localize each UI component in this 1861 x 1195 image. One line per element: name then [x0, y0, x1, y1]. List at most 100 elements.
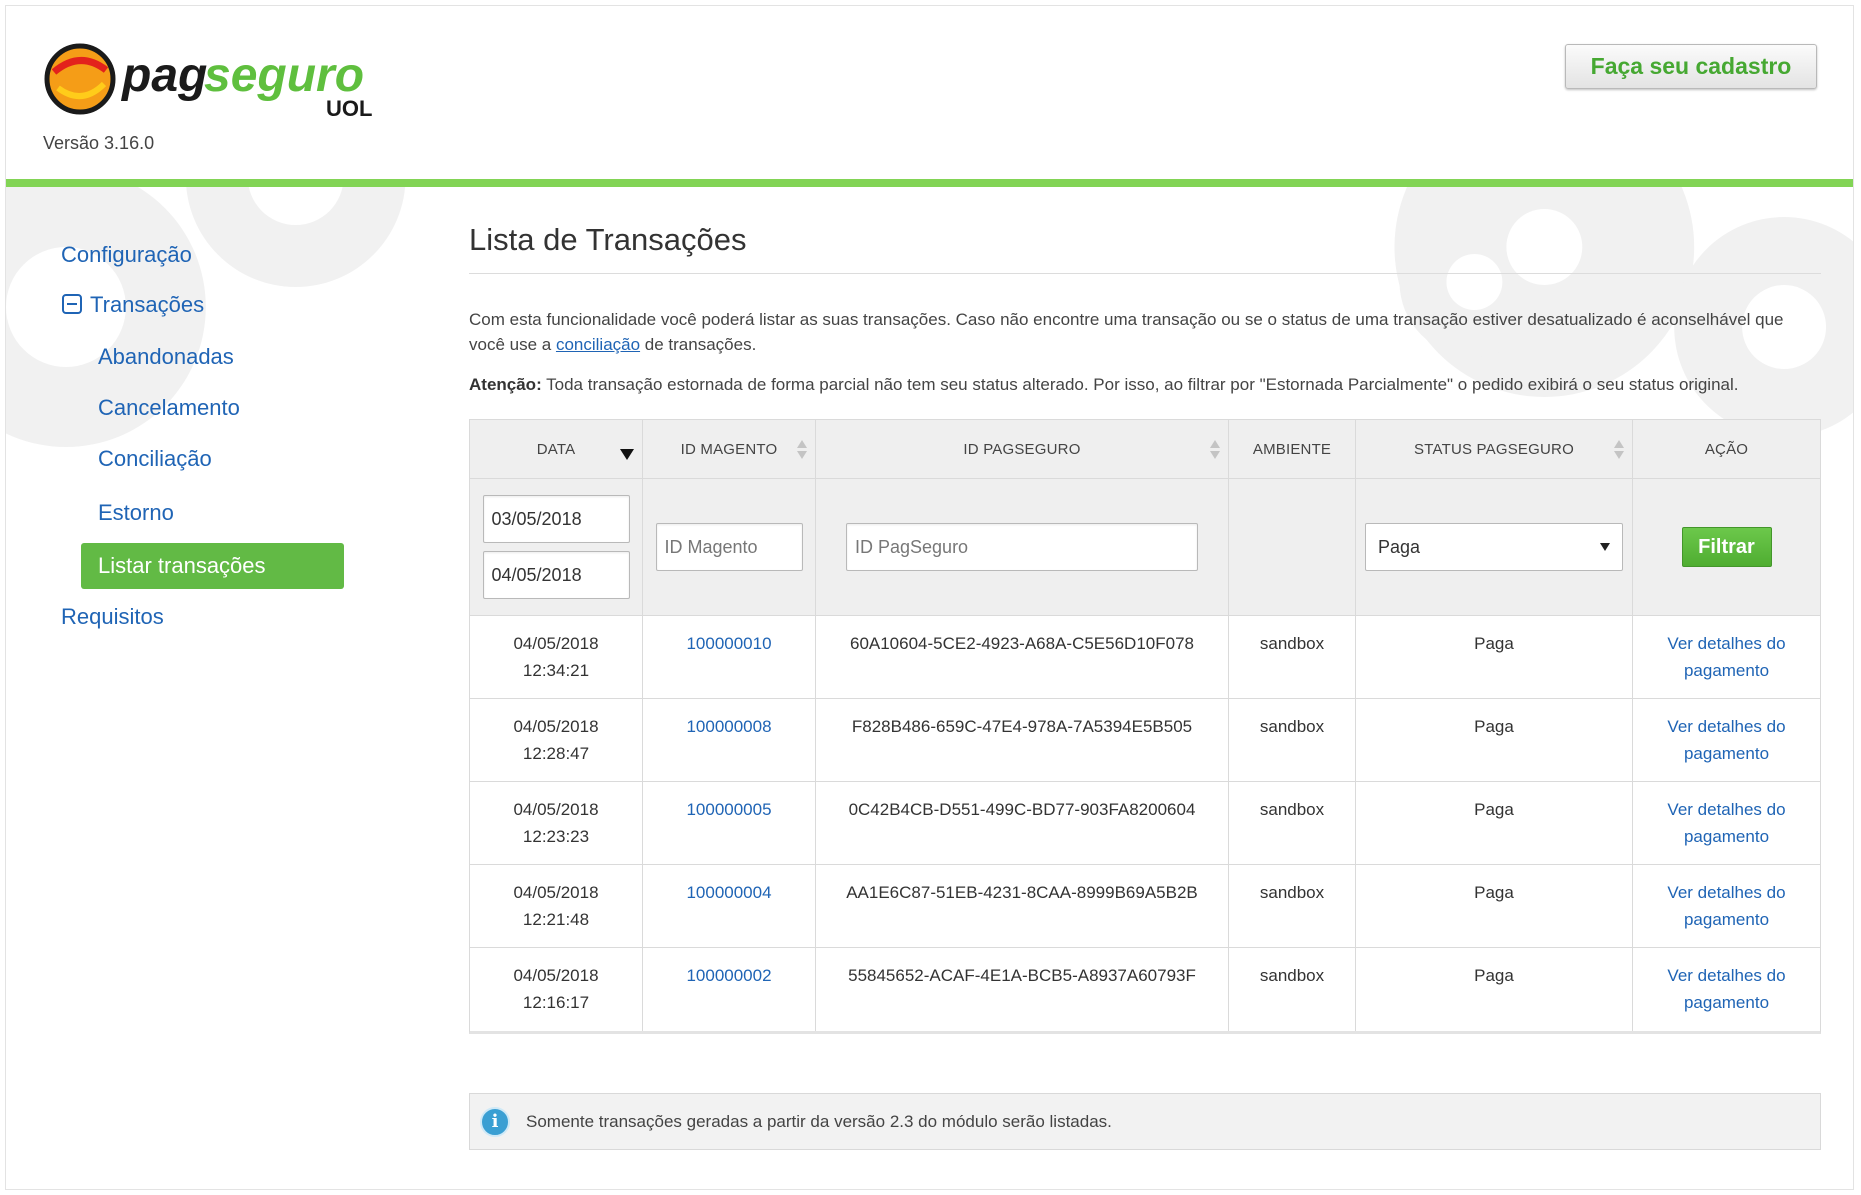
info-icon: i — [480, 1106, 510, 1137]
cell-pagseguro-id: 60A10604-5CE2-4923-A68A-C5E56D10F078 — [816, 616, 1229, 698]
cell-action: Ver detalhes do pagamento — [1633, 699, 1820, 781]
sidebar-item-label: Conciliação — [98, 446, 212, 471]
payment-details-link-line2: pagamento — [1683, 827, 1770, 846]
magento-order-link[interactable]: 100000002 — [686, 966, 771, 985]
column-header-label: ID MAGENTO — [680, 440, 778, 458]
status-text: Paga — [1474, 634, 1514, 653]
payment-details-link-line1: Ver detalhes do — [1667, 966, 1786, 985]
column-header-label: AMBIENTE — [1252, 440, 1332, 458]
conciliacao-link[interactable]: conciliação — [556, 335, 640, 354]
notice-text: Somente transações geradas a partir da v… — [526, 1111, 1112, 1131]
sidebar-item-abandonadas[interactable]: Abandonadas — [98, 344, 234, 370]
table-row: 04/05/2018 12:34:21 100000010 60A10604-5… — [470, 616, 1820, 699]
cell-magento-id: 100000004 — [643, 865, 816, 947]
row-time: 12:28:47 — [522, 744, 590, 763]
column-header-id-pagseguro[interactable]: ID PAGSEGURO — [816, 420, 1229, 478]
cell-status: Paga — [1356, 948, 1633, 1031]
payment-details-link[interactable]: Ver detalhes do pagamento — [1651, 630, 1802, 684]
cell-action: Ver detalhes do pagamento — [1633, 948, 1820, 1031]
cell-pagseguro-id: 55845652-ACAF-4E1A-BCB5-A8937A60793F — [816, 948, 1229, 1031]
sidebar-item-requisitos[interactable]: Requisitos — [61, 604, 164, 630]
sidebar-item-conciliacao[interactable]: Conciliação — [98, 446, 212, 472]
column-header-data[interactable]: DATA — [470, 420, 643, 478]
payment-details-link[interactable]: Ver detalhes do pagamento — [1651, 962, 1802, 1016]
row-date: 04/05/2018 — [513, 717, 599, 736]
row-time: 12:34:21 — [522, 661, 590, 680]
row-time: 12:16:17 — [522, 993, 590, 1012]
pagseguro-logo[interactable]: pag seguro UOL — [44, 36, 404, 126]
payment-details-link[interactable]: Ver detalhes do pagamento — [1651, 713, 1802, 767]
sidebar-item-transacoes[interactable]: Transações — [62, 292, 204, 318]
pagseguro-id-text: 60A10604-5CE2-4923-A68A-C5E56D10F078 — [849, 634, 1194, 653]
row-date: 04/05/2018 — [513, 634, 599, 653]
magento-order-link[interactable]: 100000010 — [686, 634, 771, 653]
sidebar-item-label: Configuração — [61, 242, 192, 267]
sidebar-item-listar-transacoes[interactable]: Listar transações — [81, 543, 344, 589]
column-header-id-magento[interactable]: ID MAGENTO — [643, 420, 816, 478]
cell-action: Ver detalhes do pagamento — [1633, 782, 1820, 864]
payment-details-link-line2: pagamento — [1683, 661, 1770, 680]
sidebar-item-label: Abandonadas — [98, 344, 234, 369]
payment-details-link-line1: Ver detalhes do — [1667, 634, 1786, 653]
column-header-label: ID PAGSEGURO — [963, 440, 1081, 458]
cell-environment: sandbox — [1229, 782, 1356, 864]
column-header-label: DATA — [536, 440, 576, 458]
pagseguro-id-input[interactable]: ID PagSeguro — [846, 523, 1198, 571]
sidebar-item-estorno[interactable]: Estorno — [98, 500, 174, 526]
sort-icon[interactable] — [1210, 440, 1220, 460]
signup-button[interactable]: Faça seu cadastro — [1565, 44, 1817, 89]
cell-status: Paga — [1356, 616, 1633, 698]
cell-environment: sandbox — [1229, 616, 1356, 698]
payment-details-link-line1: Ver detalhes do — [1667, 800, 1786, 819]
pagseguro-id-text: 0C42B4CB-D551-499C-BD77-903FA8200604 — [848, 800, 1196, 819]
collapse-minus-icon[interactable] — [62, 294, 82, 314]
cell-pagseguro-id: F828B486-659C-47E4-978A-7A5394E5B505 — [816, 699, 1229, 781]
filter-button[interactable]: Filtrar — [1681, 527, 1772, 567]
magento-order-link[interactable]: 100000005 — [686, 800, 771, 819]
cell-date: 04/05/2018 12:21:48 — [470, 865, 643, 947]
date-to-input[interactable]: 04/05/2018 — [482, 551, 630, 599]
version-label: Versão 3.16.0 — [43, 133, 155, 153]
sidebar-item-cancelamento[interactable]: Cancelamento — [98, 395, 240, 421]
cell-date: 04/05/2018 12:34:21 — [470, 616, 643, 698]
date-from-input[interactable]: 03/05/2018 — [482, 495, 630, 543]
cell-environment: sandbox — [1229, 948, 1356, 1031]
environment-text: sandbox — [1259, 717, 1325, 736]
filter-button-cell: Filtrar — [1633, 479, 1820, 615]
chevron-down-icon — [1600, 543, 1610, 551]
table-row: 04/05/2018 12:23:23 100000005 0C42B4CB-D… — [470, 782, 1820, 865]
cell-date: 04/05/2018 12:23:23 — [470, 782, 643, 864]
sidebar-item-label: Listar transações — [98, 553, 266, 578]
header: pag seguro UOL Versão 3.16.0 Faça seu ca… — [6, 6, 1853, 181]
magento-id-input[interactable]: ID Magento — [655, 523, 803, 571]
sort-icon[interactable] — [797, 440, 807, 460]
cell-pagseguro-id: 0C42B4CB-D551-499C-BD77-903FA8200604 — [816, 782, 1229, 864]
table-body: 04/05/2018 12:34:21 100000010 60A10604-5… — [470, 616, 1820, 1031]
status-select-value: Paga — [1378, 536, 1421, 557]
sidebar-item-label: Requisitos — [61, 604, 164, 629]
sidebar-item-configuracao[interactable]: Configuração — [61, 242, 192, 268]
environment-text: sandbox — [1259, 634, 1325, 653]
column-header-status-pagseguro[interactable]: STATUS PAGSEGURO — [1356, 420, 1633, 478]
payment-details-link-line2: pagamento — [1683, 993, 1770, 1012]
sort-icon[interactable] — [1614, 440, 1624, 460]
attention-paragraph: Atenção: Toda transação estornada de for… — [469, 375, 1821, 395]
svg-text:UOL: UOL — [326, 96, 372, 121]
magento-order-link[interactable]: 100000004 — [686, 883, 771, 902]
transactions-table: DATA ID MAGENTO ID PAGSEGURO AMBIENTE ST… — [469, 419, 1821, 1034]
row-date: 04/05/2018 — [513, 883, 599, 902]
title-divider — [469, 273, 1821, 274]
magento-order-link[interactable]: 100000008 — [686, 717, 771, 736]
sidebar-item-label: Cancelamento — [98, 395, 240, 420]
row-date: 04/05/2018 — [513, 966, 599, 985]
environment-text: sandbox — [1259, 966, 1325, 985]
payment-details-link[interactable]: Ver detalhes do pagamento — [1651, 879, 1802, 933]
sort-desc-icon[interactable] — [620, 449, 634, 460]
payment-details-link[interactable]: Ver detalhes do pagamento — [1651, 796, 1802, 850]
payment-details-link-line1: Ver detalhes do — [1667, 717, 1786, 736]
intro-text-end: de transações. — [640, 335, 757, 354]
pagseguro-filter-cell: ID PagSeguro — [816, 479, 1229, 615]
status-select[interactable]: Paga — [1365, 523, 1623, 571]
payment-details-link-line2: pagamento — [1683, 910, 1770, 929]
cell-status: Paga — [1356, 699, 1633, 781]
